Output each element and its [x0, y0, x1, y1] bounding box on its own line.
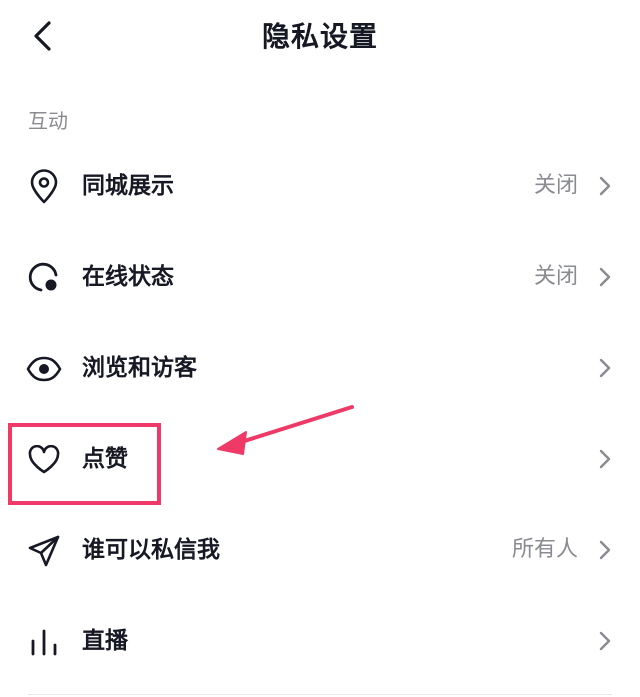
row-label: 同城展示: [82, 173, 174, 199]
settings-row-views-visitors[interactable]: 浏览和访客: [0, 324, 640, 414]
row-label: 谁可以私信我: [82, 537, 220, 563]
chevron-right-icon: [599, 267, 611, 287]
row-label: 在线状态: [82, 264, 174, 290]
chevron-right-icon: [599, 540, 611, 560]
annotation-highlight-box: [8, 423, 161, 505]
live-bars-icon: [26, 624, 62, 660]
page-title: 隐私设置: [261, 20, 378, 53]
row-value: 关闭: [533, 173, 578, 198]
bottom-divider: [28, 694, 612, 695]
section-label-interaction: 互动: [28, 109, 68, 133]
chevron-right-icon: [599, 449, 611, 469]
settings-row-online-status[interactable]: 在线状态 关闭: [0, 233, 640, 323]
settings-row-local-display[interactable]: 同城展示 关闭: [0, 142, 640, 232]
settings-row-live[interactable]: 直播: [0, 597, 640, 687]
chevron-right-icon: [599, 631, 611, 651]
row-label: 浏览和访客: [82, 355, 197, 381]
settings-row-who-can-message[interactable]: 谁可以私信我 所有人: [0, 506, 640, 596]
eye-icon: [26, 351, 62, 387]
chevron-right-icon: [599, 176, 611, 196]
online-status-icon: [26, 260, 62, 296]
header-bar: 隐私设置: [0, 0, 640, 80]
location-pin-icon: [26, 169, 62, 205]
row-label: 直播: [82, 628, 128, 654]
send-icon: [26, 533, 62, 569]
row-value: 关闭: [533, 264, 578, 289]
row-value: 所有人: [511, 537, 578, 562]
chevron-right-icon: [599, 358, 611, 378]
